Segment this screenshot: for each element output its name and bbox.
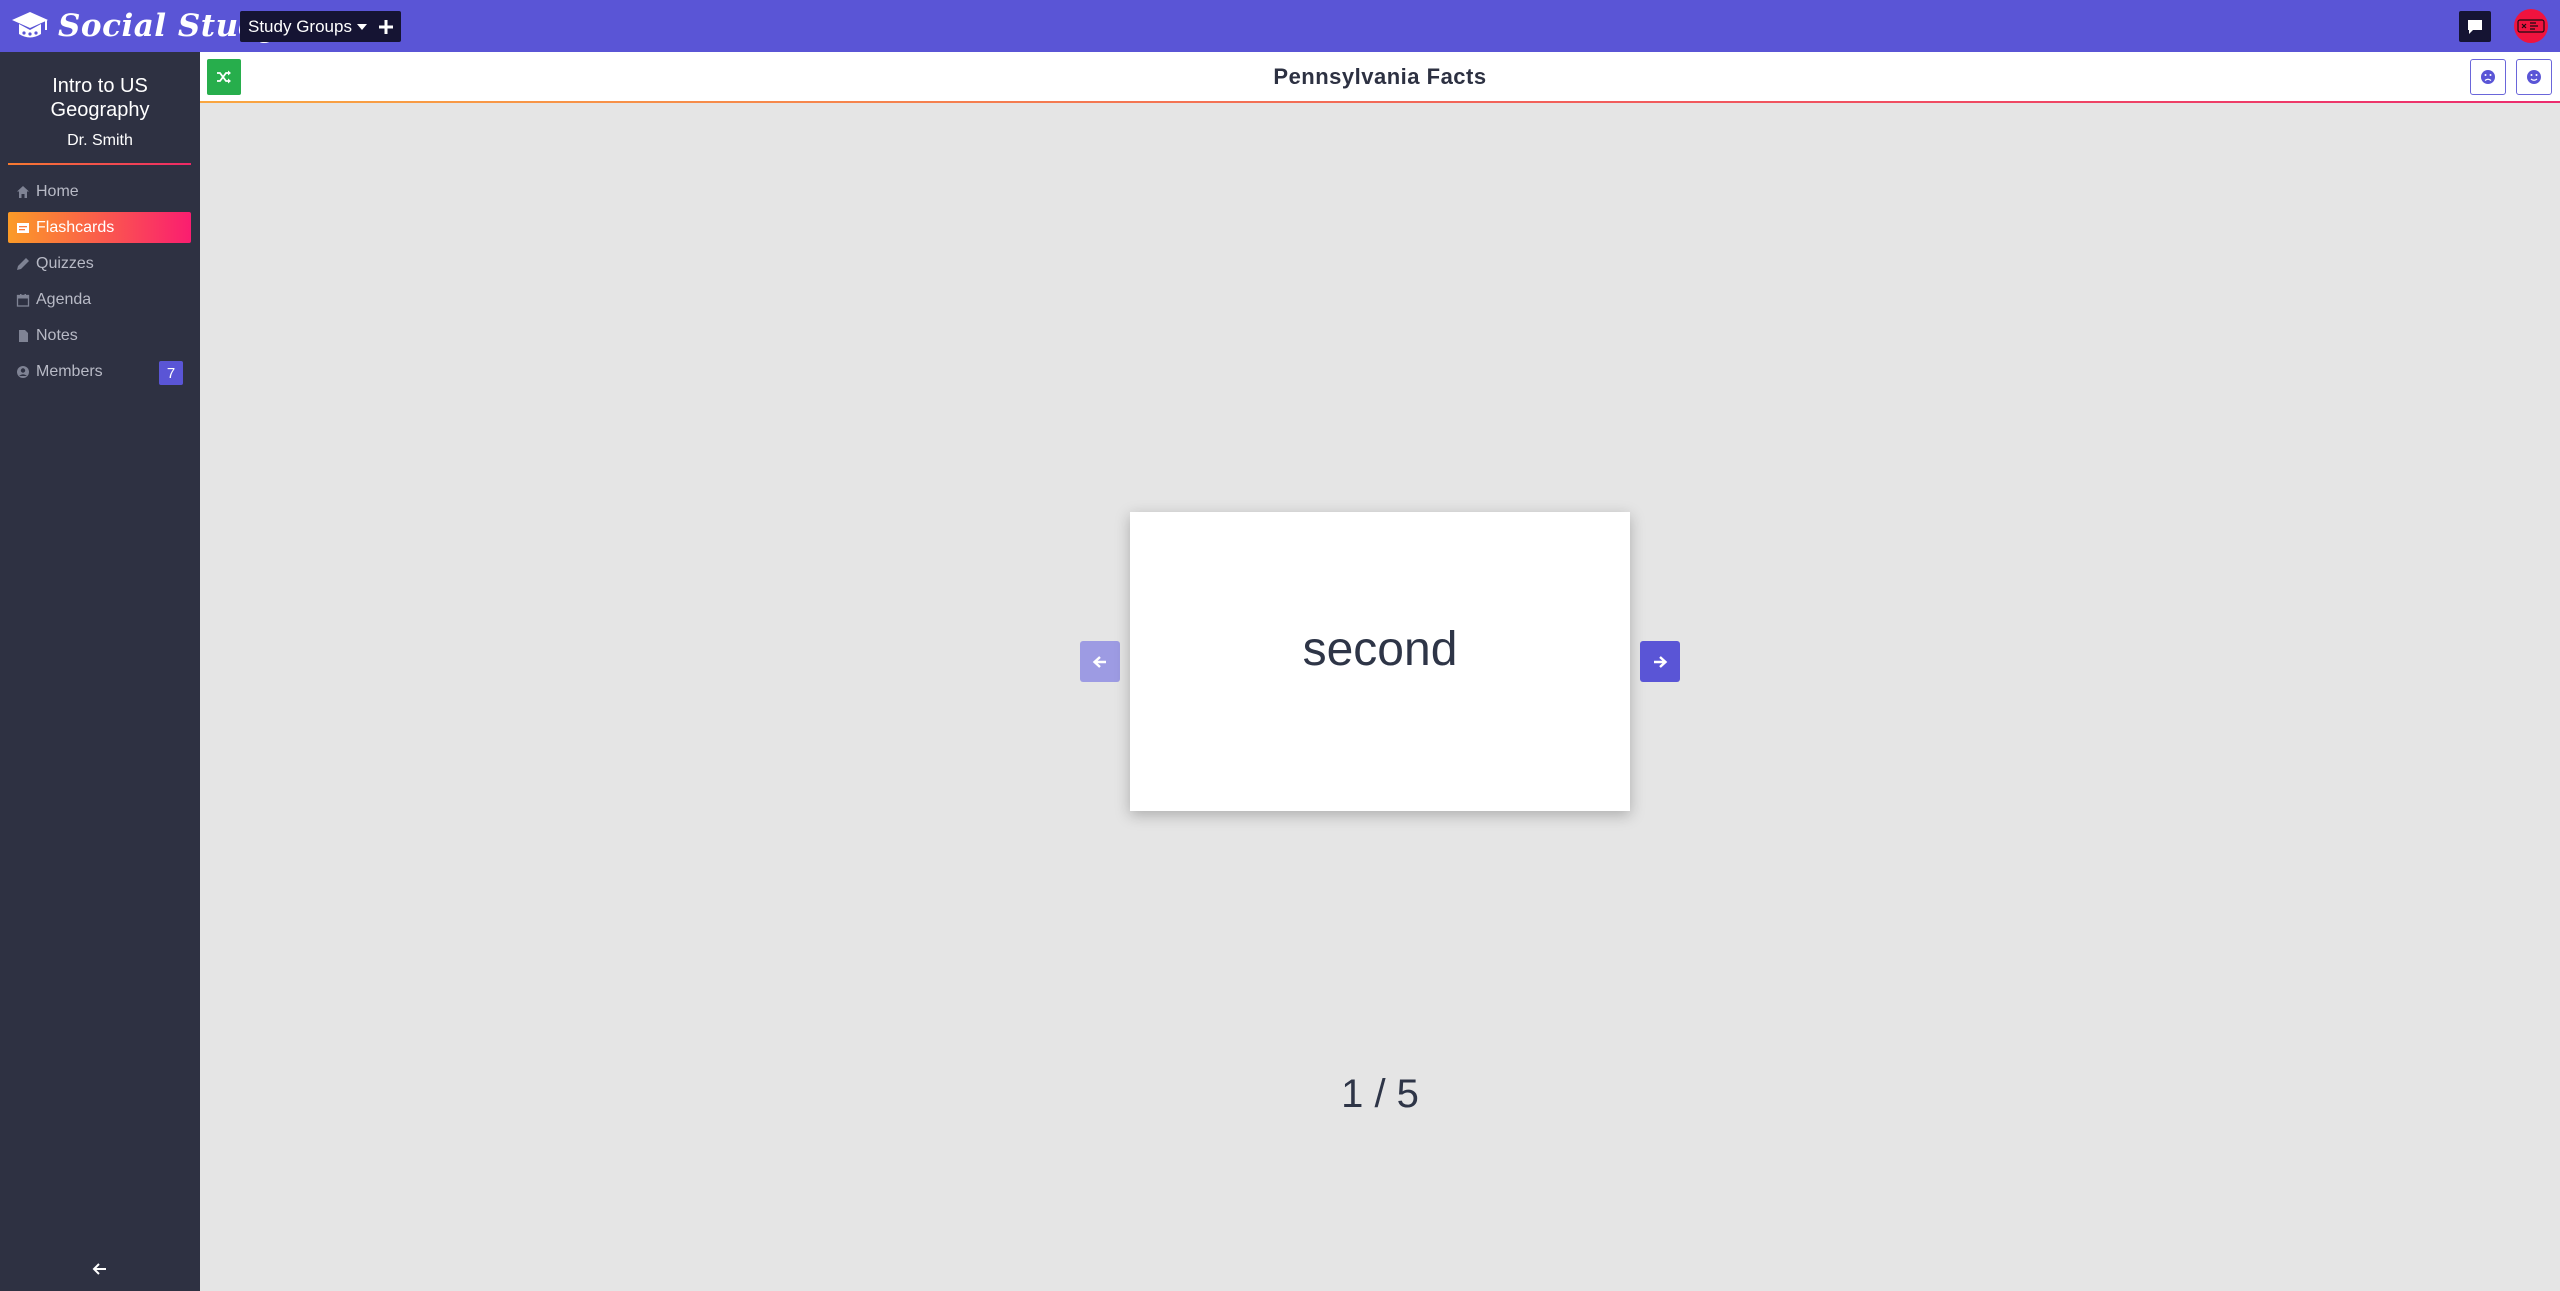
members-count-badge: 7 (159, 361, 183, 385)
sidebar-item-agenda[interactable]: Agenda (8, 284, 191, 315)
card-counter: 1 / 5 (1341, 1072, 1419, 1116)
previous-card-button[interactable] (1080, 641, 1120, 682)
flashcard-text: second (1302, 623, 1458, 676)
mark-difficult-button[interactable] (2470, 59, 2506, 95)
frown-icon (2481, 70, 2495, 84)
sidebar-item-label: Quizzes (36, 254, 94, 272)
sidebar-item-notes[interactable]: Notes (8, 320, 191, 351)
avatar-icon (2517, 19, 2545, 33)
graduation-cap-icon (12, 12, 48, 38)
group-title: Intro to US Geography (50, 75, 150, 121)
caret-down-icon (356, 23, 367, 30)
chat-icon (2468, 19, 2482, 34)
smile-icon (2527, 70, 2541, 84)
flashcards-icon (16, 221, 30, 235)
arrow-left-icon (92, 1263, 106, 1275)
sidebar-item-label: Agenda (36, 290, 92, 308)
arrow-left-icon (1092, 655, 1106, 668)
chat-button[interactable] (2459, 11, 2491, 42)
sidebar-item-flashcards[interactable]: Flashcards (8, 212, 191, 243)
sidebar-item-label: Home (36, 182, 79, 200)
pencil-icon (16, 257, 30, 271)
sidebar-item-members[interactable]: Members 7 (8, 356, 191, 387)
calendar-icon (16, 293, 30, 307)
add-group-button[interactable] (370, 11, 401, 42)
sidebar-item-label: Members (36, 362, 103, 380)
collapse-sidebar-button[interactable] (88, 1257, 112, 1281)
file-icon (16, 329, 30, 343)
sidebar-item-label: Notes (36, 326, 78, 344)
sidebar-item-home[interactable]: Home (8, 176, 191, 207)
sidebar-item-quizzes[interactable]: Quizzes (8, 248, 191, 279)
study-groups-label: Study Groups (248, 16, 352, 36)
sidebar-divider (8, 163, 191, 165)
next-card-button[interactable] (1640, 641, 1680, 682)
sidebar-item-label: Flashcards (36, 218, 115, 236)
mark-easy-button[interactable] (2516, 59, 2552, 95)
plus-icon (378, 19, 393, 34)
app-logo[interactable]: Social Study (10, 6, 279, 46)
flashcard[interactable]: second (1130, 512, 1630, 811)
home-icon (16, 185, 30, 199)
sidebar: Intro to US Geography Dr. Smith Home Fla… (0, 52, 200, 1291)
arrow-right-icon (1654, 655, 1668, 668)
deck-title: Pennsylvania Facts (1273, 64, 1487, 89)
group-teacher: Dr. Smith (67, 132, 133, 149)
study-groups-dropdown[interactable]: Study Groups (240, 11, 375, 42)
user-avatar[interactable] (2514, 9, 2548, 43)
top-navbar: Social Study Study Groups (0, 0, 2560, 52)
user-circle-icon (16, 365, 30, 379)
